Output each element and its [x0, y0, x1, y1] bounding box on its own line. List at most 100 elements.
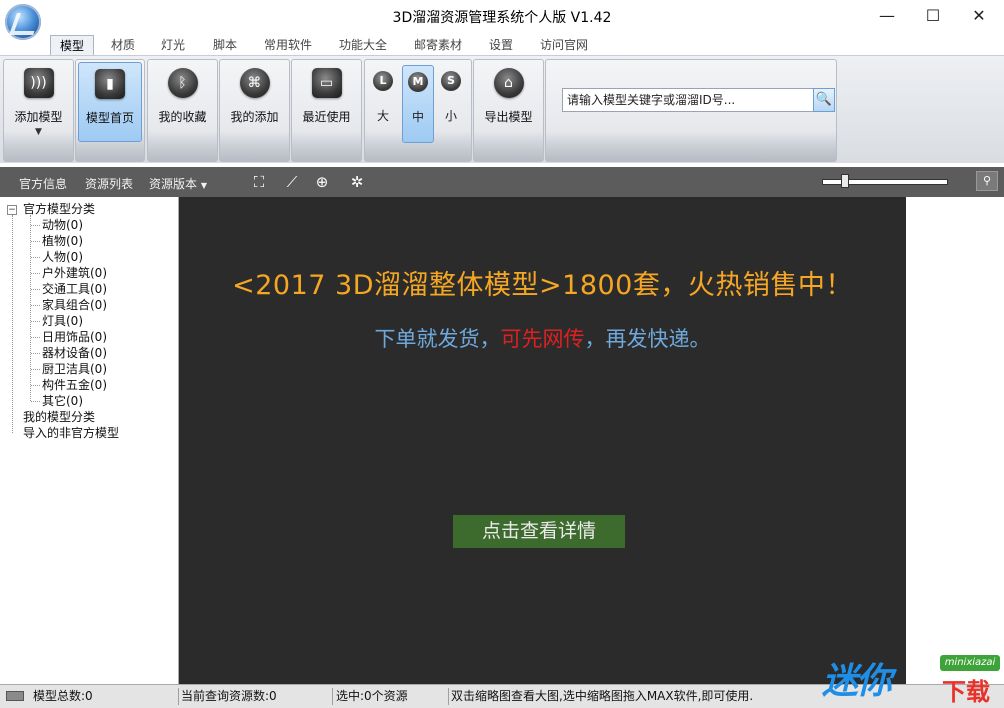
watermark-red-text: 下载	[942, 678, 990, 706]
promo-subtitle: 下单就发货，可先网传，再发快递。	[179, 323, 906, 353]
minimize-button[interactable]: —	[864, 0, 910, 32]
size-s-icon: S	[441, 71, 461, 91]
model-home-button[interactable]: ▮ 模型首页	[78, 62, 142, 142]
tree-node-category[interactable]: 家具组合(0)	[42, 297, 107, 313]
my-added-button[interactable]: ⌘ 我的添加	[220, 60, 289, 142]
gear-icon[interactable]: ✲	[347, 172, 367, 192]
app-logo-icon[interactable]	[5, 4, 42, 40]
add-model-label: 添加模型	[14, 110, 63, 124]
tree-node-my-categories[interactable]: 我的模型分类	[23, 409, 95, 425]
tree-node-category[interactable]: 构件五金(0)	[42, 377, 107, 393]
resource-version-dropdown[interactable]: 资源版本 ▼	[149, 175, 207, 192]
resource-list-link[interactable]: 资源列表	[85, 175, 133, 192]
ribbon-tabs: 模型 材质 灯光 脚本 常用软件 功能大全 邮寄素材 设置 访问官网	[0, 33, 1004, 56]
tab-features[interactable]: 功能大全	[333, 35, 393, 55]
tree-connector	[31, 385, 40, 386]
chevron-down-icon: ▼	[200, 181, 207, 190]
secondary-toolbar: 官方信息 资源列表 资源版本 ▼ ⛶ ⟋ ⊕ ✲ ⚲	[0, 167, 1004, 197]
search-input[interactable]	[563, 89, 811, 109]
tree-connector	[31, 241, 40, 242]
group-my-added: ⌘ 我的添加	[219, 59, 290, 162]
status-icon	[6, 691, 24, 701]
size-l-icon: L	[373, 71, 393, 91]
tree-connector	[31, 401, 40, 402]
film-icon: ▮	[95, 69, 125, 99]
tree-node-category[interactable]: 日用饰品(0)	[42, 329, 107, 345]
add-model-button[interactable]: ))) 添加模型 ▼	[4, 60, 73, 142]
tab-model[interactable]: 模型	[50, 35, 94, 56]
model-home-content: <2017 3D溜溜整体模型>1800套，火热销售中！ 下单就发货，可先网传，再…	[179, 197, 906, 684]
size-m-icon: M	[408, 72, 428, 92]
brush-icon[interactable]: ⟋	[282, 172, 302, 192]
tab-mail-material[interactable]: 邮寄素材	[408, 35, 468, 55]
status-hint: 双击缩略图查看大图,选中缩略图拖入MAX软件,即可使用.	[451, 689, 754, 703]
my-favorites-button[interactable]: ᛒ 我的收藏	[148, 60, 217, 142]
export-model-button[interactable]: ⌂ 导出模型	[474, 60, 543, 142]
watermark-text: 迷你	[822, 661, 892, 702]
tree-node-category[interactable]: 灯具(0)	[42, 313, 83, 329]
tree-guide-line	[12, 215, 13, 433]
tree-connector	[31, 273, 40, 274]
search-button[interactable]: 🔍	[813, 88, 835, 112]
group-favorites: ᛒ 我的收藏	[147, 59, 218, 162]
fit-screen-icon[interactable]: ⛶	[249, 172, 269, 192]
tree-connector	[31, 369, 40, 370]
resource-version-label: 资源版本	[149, 177, 198, 191]
my-added-label: 我的添加	[230, 110, 279, 124]
size-large-button[interactable]: L 大	[368, 65, 398, 141]
watermark-tag: minixiazai	[940, 655, 1000, 671]
tree-node-category[interactable]: 其它(0)	[42, 393, 83, 409]
tab-visit-website[interactable]: 访问官网	[534, 35, 594, 55]
tree-node-category[interactable]: 人物(0)	[42, 249, 83, 265]
tree-connector	[31, 289, 40, 290]
size-small-button[interactable]: S 小	[436, 65, 466, 141]
tree-connector	[31, 337, 40, 338]
view-details-button[interactable]: 点击查看详情	[453, 515, 625, 548]
tree-node-category[interactable]: 器材设备(0)	[42, 345, 107, 361]
close-button[interactable]: ✕	[956, 0, 1002, 32]
group-add-model: ))) 添加模型 ▼	[3, 59, 74, 162]
status-total-models: 模型总数:0	[30, 688, 179, 705]
status-selected: 选中:0个资源	[333, 688, 449, 705]
pin-icon[interactable]: ⚲	[976, 171, 998, 191]
watermark-logo: 迷你 minixiazai 下载	[822, 652, 1002, 706]
tab-script[interactable]: 脚本	[204, 35, 246, 55]
size-medium-label: 中	[411, 110, 424, 124]
tree-node-category[interactable]: 户外建筑(0)	[42, 265, 107, 281]
right-panel	[906, 197, 1004, 684]
maximize-button[interactable]: ☐	[910, 0, 956, 32]
size-medium-button[interactable]: M 中	[402, 65, 434, 143]
export-icon: ⌂	[493, 68, 524, 98]
tab-light[interactable]: 灯光	[152, 35, 194, 55]
tree-connector	[31, 225, 40, 226]
tree-node-category[interactable]: 动物(0)	[42, 217, 83, 233]
group-recent: ▭ 最近使用	[291, 59, 362, 162]
tree-node-imported[interactable]: 导入的非官方模型	[23, 425, 119, 441]
ribbon-panel: ))) 添加模型 ▼ ▮ 模型首页 ᛒ 我的收藏 ⌘ 我的添加 ▭ 最近使用 L…	[0, 55, 1004, 163]
chevron-down-icon: ▼	[35, 127, 42, 137]
tree-node-category[interactable]: 植物(0)	[42, 233, 83, 249]
tree-node-category[interactable]: 交通工具(0)	[42, 281, 107, 297]
tree-node-category[interactable]: 厨卫洁具(0)	[42, 361, 107, 377]
promo-headline: <2017 3D溜溜整体模型>1800套，火热销售中！	[232, 270, 853, 301]
tree-connector	[31, 321, 40, 322]
official-info-link[interactable]: 官方信息	[19, 175, 67, 192]
tree-connector	[31, 305, 40, 306]
rss-icon: )))	[23, 68, 54, 98]
slider-thumb[interactable]	[840, 174, 849, 188]
group-search: 🔍	[545, 59, 837, 162]
search-icon: 🔍	[815, 92, 833, 107]
export-model-label: 导出模型	[484, 110, 533, 124]
group-model-home: ▮ 模型首页	[75, 59, 145, 162]
tab-common-software[interactable]: 常用软件	[258, 35, 318, 55]
tab-material[interactable]: 材质	[102, 35, 144, 55]
tree-node-official-categories[interactable]: 官方模型分类	[23, 201, 95, 217]
recent-used-button[interactable]: ▭ 最近使用	[292, 60, 361, 142]
zoom-in-icon[interactable]: ⊕	[312, 172, 332, 192]
promo-subtitle-red: 可先网传	[500, 327, 585, 351]
title-bar: 3D溜溜资源管理系统个人版 V1.42 — ☐ ✕	[0, 0, 1004, 40]
tree-guide-line	[30, 215, 31, 401]
size-small-label: 小	[444, 109, 457, 123]
tab-settings[interactable]: 设置	[480, 35, 522, 55]
tree-collapse-icon[interactable]: −	[7, 205, 17, 215]
